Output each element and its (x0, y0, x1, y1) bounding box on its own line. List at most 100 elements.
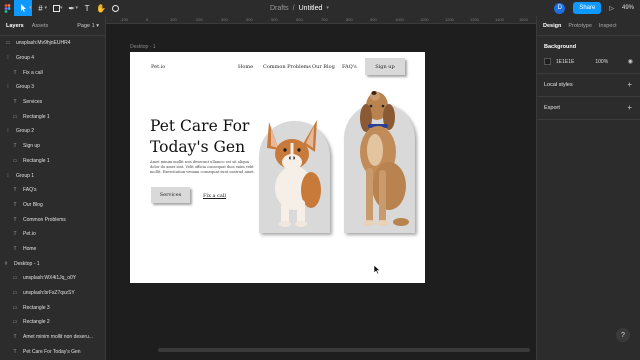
services-button[interactable]: Services (151, 187, 190, 203)
text-layer-icon: T (13, 69, 17, 76)
chevron-down-icon[interactable]: ▾ (45, 5, 48, 11)
layer-item[interactable]: ▭ Rectangle 1 (0, 109, 105, 124)
background-opacity-field[interactable]: 100% (595, 59, 608, 65)
layer-label: Sign up (23, 143, 40, 150)
color-swatch[interactable] (544, 58, 551, 65)
layer-item[interactable]: ▭ Rectangle 3 (0, 300, 105, 315)
layer-label: Rectangle 2 (23, 319, 50, 326)
layer-item[interactable]: ▭ unsplash:WX4i1Jq_o0Y (0, 271, 105, 286)
layer-item[interactable]: ▭ Rectangle 1 (0, 154, 105, 169)
layer-item[interactable]: T FAQ's (0, 183, 105, 198)
design-panel: Design Prototype Inspect Background 1E1E… (536, 16, 640, 360)
page-label: Page 1 (77, 22, 95, 29)
avatar[interactable]: D (554, 2, 566, 14)
file-name[interactable]: Untitled (299, 5, 323, 12)
signup-button[interactable]: Sign up (365, 58, 405, 75)
export-heading: Export (544, 105, 560, 111)
nav-our-blog[interactable]: Our Blog (312, 64, 335, 70)
help-button[interactable]: ? (616, 328, 630, 342)
text-layer-icon: T (13, 143, 17, 150)
fix-a-call-link[interactable]: Fix a call (203, 193, 226, 199)
layer-label: Group 1 (16, 172, 35, 179)
layer-item[interactable]: T Services (0, 95, 105, 110)
beagle-puppy-image[interactable] (337, 90, 417, 236)
layer-item[interactable]: ⁞ Group 4 (0, 51, 105, 66)
layer-item[interactable]: ▭ Rectangle 2 (0, 315, 105, 330)
add-icon[interactable]: + (627, 103, 632, 112)
share-button[interactable]: Share (573, 2, 602, 14)
text-layer-icon: T (13, 334, 17, 341)
layer-label: FAQ's (23, 187, 37, 194)
hero-title-line: Today's Gen (150, 138, 246, 156)
chevron-down-icon[interactable]: ▾ (326, 5, 329, 11)
figma-app: ▾ # ▾ ▾ ✒ ▾ T ✋ Drafts / Untitled ▾ D Sh… (0, 0, 640, 360)
horizontal-scrollbar[interactable] (158, 348, 530, 352)
layer-item[interactable]: T Our Blog (0, 198, 105, 213)
rectangle-layer-icon: ▭ (12, 157, 18, 164)
right-panel-tabs: Design Prototype Inspect (537, 16, 640, 36)
hand-tool-icon[interactable]: ✋ (94, 0, 108, 16)
page-selector[interactable]: Page 1 ▾ (77, 23, 99, 29)
frame-icon: # (4, 260, 8, 267)
layer-item[interactable]: ⁞ Group 3 (0, 80, 105, 95)
layer-item[interactable]: T Pet.io (0, 227, 105, 242)
file-title: Drafts / Untitled ▾ (270, 0, 329, 16)
text-layer-icon: T (13, 231, 17, 238)
canvas[interactable]: Desktop - 1 Pet.io Home Common Problems … (106, 24, 536, 360)
ruler-tick: 600 (296, 17, 303, 22)
hero-body-text[interactable]: Amet minim mollit non deserunt ullamco e… (150, 160, 258, 175)
desktop-frame[interactable]: Pet.io Home Common Problems Our Blog FAQ… (130, 52, 425, 283)
group-icon: ⁞ (7, 55, 9, 62)
layer-item[interactable]: T Fix a call (0, 65, 105, 80)
layer-label: unsplash:WX4i1Jq_o0Y (23, 275, 77, 282)
left-panel-tabs: Layers Assets Page 1 ▾ (0, 16, 105, 36)
nav-faqs[interactable]: FAQ's (342, 64, 357, 70)
background-hex-field[interactable]: 1E1E1E (556, 59, 574, 65)
nav-common-problems[interactable]: Common Problems (263, 64, 311, 70)
ruler-tick: 1400 (495, 17, 504, 22)
ruler-tick: -100 (120, 17, 129, 22)
local-styles-section: Local styles + (537, 74, 640, 97)
image-icon: ▭ (5, 40, 11, 47)
layer-item[interactable]: T Pet Care For Today's Gen (0, 344, 105, 359)
text-layer-icon: T (13, 187, 17, 194)
layer-item[interactable]: ▭ unsplash:Mv9hjnEUHR4 (0, 36, 105, 51)
layer-item[interactable]: T Amet minim mollit non deseru... (0, 330, 105, 345)
layer-label: Group 3 (16, 84, 35, 91)
present-icon[interactable]: ▷ (609, 5, 614, 12)
toolbar: ▾ # ▾ ▾ ✒ ▾ T ✋ Drafts / Untitled ▾ D Sh… (0, 0, 640, 16)
layer-label: Pet.io (23, 231, 36, 238)
main-menu-icon[interactable] (0, 0, 14, 16)
layer-item[interactable]: T Sign up (0, 139, 105, 154)
tab-design[interactable]: Design (543, 23, 561, 29)
corgi-puppy-image[interactable] (259, 118, 329, 232)
ruler-tick: 1000 (395, 17, 404, 22)
background-fill-row: 1E1E1E 100% ◉ (544, 58, 633, 65)
tab-inspect[interactable]: Inspect (599, 23, 617, 29)
frame-label[interactable]: Desktop - 1 (130, 44, 156, 50)
layer-item[interactable]: T Home (0, 242, 105, 257)
tab-prototype[interactable]: Prototype (568, 23, 592, 29)
ruler-tick: 800 (346, 17, 353, 22)
tab-layers[interactable]: Layers (6, 23, 24, 29)
comment-tool-icon[interactable] (108, 0, 122, 16)
chevron-down-icon[interactable]: ▾ (29, 5, 32, 11)
file-location[interactable]: Drafts (270, 5, 289, 12)
chevron-down-icon[interactable]: ▾ (76, 5, 79, 11)
layer-item[interactable]: ▭ unsplash:brFsZ7qszSY (0, 286, 105, 301)
ruler-tick: 200 (196, 17, 203, 22)
zoom-level[interactable]: 49% (622, 5, 634, 11)
chevron-down-icon[interactable]: ▾ (60, 5, 63, 11)
tab-assets[interactable]: Assets (32, 23, 49, 29)
layer-item[interactable]: ⁞ Group 2 (0, 124, 105, 139)
site-logo[interactable]: Pet.io (151, 64, 165, 70)
group-icon: ⁞ (7, 84, 9, 91)
layer-item[interactable]: # Desktop - 1 (0, 256, 105, 271)
layer-item[interactable]: ⁞ Group 1 (0, 168, 105, 183)
hero-title[interactable]: Pet Care For Today's Gen (150, 116, 249, 158)
eye-icon[interactable]: ◉ (628, 58, 633, 65)
layer-item[interactable]: T Common Problems (0, 212, 105, 227)
text-tool-icon[interactable]: T (80, 0, 94, 16)
nav-home[interactable]: Home (238, 64, 253, 70)
add-icon[interactable]: + (627, 80, 632, 89)
